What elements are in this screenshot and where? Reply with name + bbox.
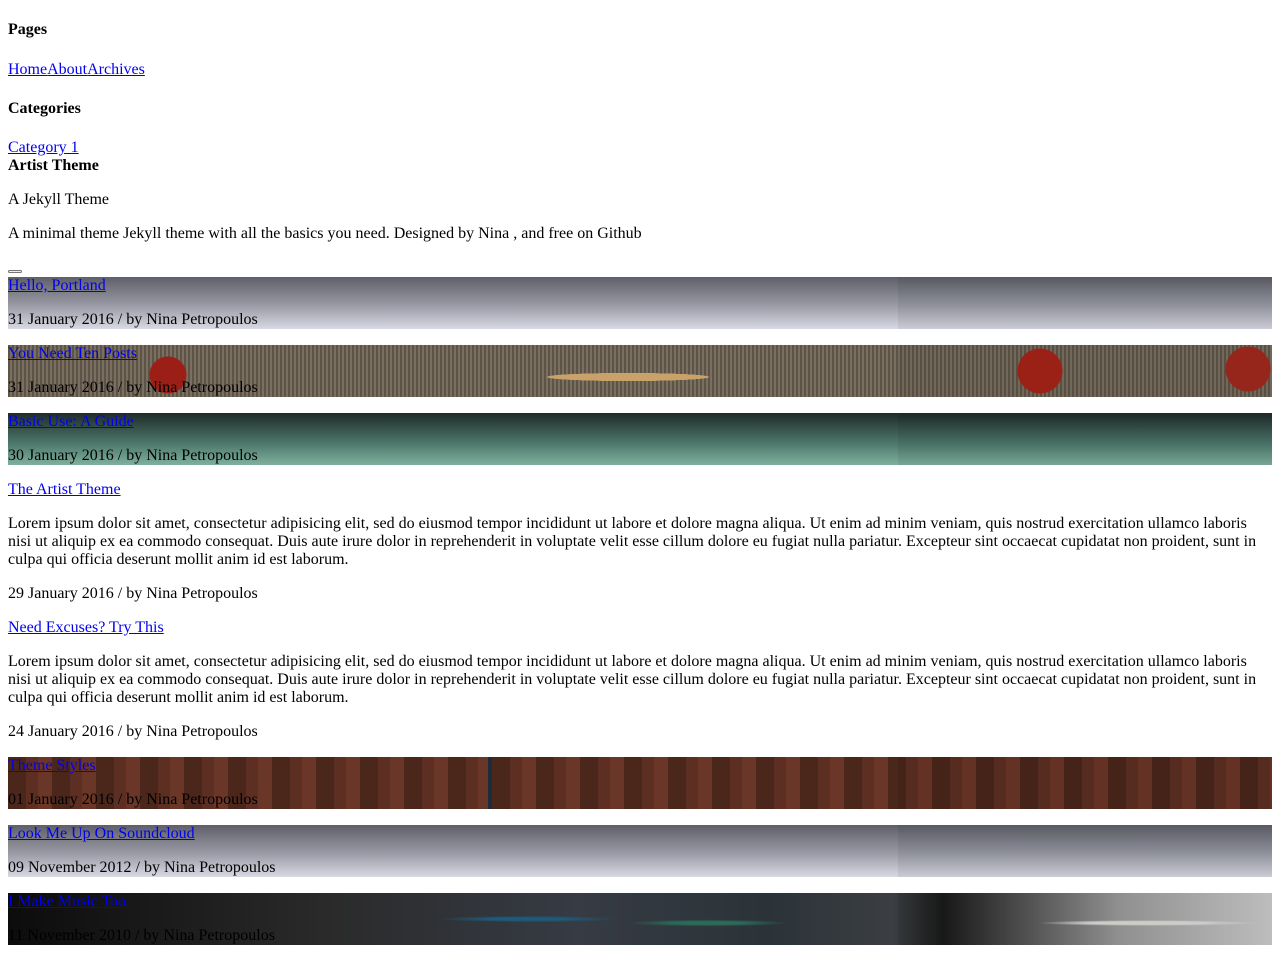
post-title-link[interactable]: Theme Styles: [8, 757, 96, 775]
post-title-link[interactable]: You Need Ten Posts: [8, 345, 137, 363]
nav-link-about[interactable]: About: [47, 61, 87, 79]
post-banner: I Make Music Too 11 November 2010 / by N…: [8, 893, 1272, 945]
post-title-link[interactable]: Basic Use: A Guide: [8, 413, 134, 431]
post-banner: Basic Use: A Guide 30 January 2016 / by …: [8, 413, 1272, 465]
category-link-1[interactable]: Category 1: [8, 139, 79, 157]
post-banner: Look Me Up On Soundcloud 09 November 201…: [8, 825, 1272, 877]
site-description: A minimal theme Jekyll theme with all th…: [8, 225, 642, 242]
post-title-link[interactable]: I Make Music Too: [8, 893, 126, 911]
post-meta: 09 November 2012 / by Nina Petropoulos: [8, 859, 276, 876]
post-meta: 29 January 2016 / by Nina Petropoulos: [8, 585, 258, 602]
post-meta: 30 January 2016 / by Nina Petropoulos: [8, 447, 258, 464]
post-excerpt: Lorem ipsum dolor sit amet, consectetur …: [8, 515, 1257, 568]
nav-link-home[interactable]: Home: [8, 61, 47, 79]
nav-link-archives[interactable]: Archives: [87, 61, 145, 79]
post-meta: 31 January 2016 / by Nina Petropoulos: [8, 379, 258, 396]
post-banner: You Need Ten Posts 31 January 2016 / by …: [8, 345, 1272, 397]
categories-heading: Categories: [8, 100, 81, 117]
post-title-link[interactable]: Need Excuses? Try This: [8, 619, 164, 637]
post-banner: Hello, Portland 31 January 2016 / by Nin…: [8, 277, 1272, 329]
post-meta: 24 January 2016 / by Nina Petropoulos: [8, 723, 258, 740]
post-meta: 31 January 2016 / by Nina Petropoulos: [8, 311, 258, 328]
post-meta: 11 November 2010 / by Nina Petropoulos: [8, 927, 275, 944]
post-title-link[interactable]: Hello, Portland: [8, 277, 106, 295]
site-subtitle: A Jekyll Theme: [8, 191, 110, 208]
site-title: Artist Theme: [8, 157, 99, 174]
post-excerpt: Lorem ipsum dolor sit amet, consectetur …: [8, 653, 1257, 706]
post-banner: Theme Styles 01 January 2016 / by Nina P…: [8, 757, 1272, 809]
post-title-link[interactable]: The Artist Theme: [8, 481, 121, 499]
pages-heading: Pages: [8, 21, 48, 38]
post-meta: 01 January 2016 / by Nina Petropoulos: [8, 791, 258, 808]
menu-toggle-button[interactable]: [8, 270, 22, 273]
post-title-link[interactable]: Look Me Up On Soundcloud: [8, 825, 195, 843]
pages-nav: Home About Archives: [8, 61, 145, 79]
